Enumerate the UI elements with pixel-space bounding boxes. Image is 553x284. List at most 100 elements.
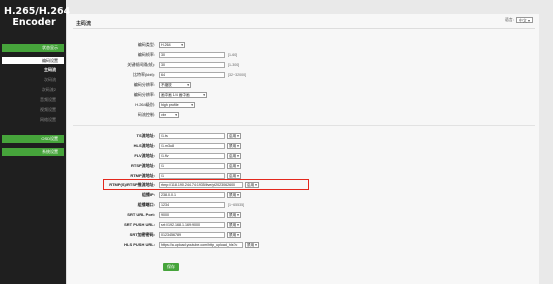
srt-port-input[interactable]: 9000: [159, 211, 225, 218]
sidebar-item-main-stream[interactable]: 主码流: [2, 66, 64, 73]
srt-key-toggle[interactable]: 禁用 ▾: [227, 231, 241, 238]
rtsp-toggle-value: 启用: [229, 163, 237, 168]
profile-row: H.264级别: high profile ▾: [67, 101, 195, 108]
flv-row: FLV流地址: /1.flv 启用 ▾: [67, 152, 241, 159]
rtsp-input[interactable]: /1: [159, 162, 225, 169]
flv-toggle-value: 启用: [229, 153, 237, 158]
flv-input[interactable]: /1.flv: [159, 152, 225, 159]
rtmp-input[interactable]: /1: [159, 172, 225, 179]
section-divider: [73, 125, 535, 126]
mport-hint: [1~65535]: [228, 202, 245, 207]
srt-push-toggle[interactable]: 禁用 ▾: [227, 221, 241, 228]
sidebar-item-audio[interactable]: 音频设置: [2, 96, 64, 103]
hls-push-input[interactable]: https://a.upload.youtube.com/http_upload…: [159, 241, 243, 248]
codec-label: 编码类型:: [137, 41, 155, 47]
sidebar-item-osd[interactable]: OSD设置: [2, 135, 64, 143]
hls-toggle-value: 禁用: [229, 143, 237, 148]
fps-row: 编码帧率: 30 [1-60]: [67, 51, 237, 58]
pip-value: 画中画 1/4 画中画: [161, 92, 190, 97]
srt-key-row: SRT加密密码: 0123456789 禁用 ▾: [67, 231, 241, 238]
multicast-toggle-value: 禁用: [229, 192, 237, 197]
gop-input[interactable]: 30: [159, 61, 225, 68]
codec-select[interactable]: H.264 ▾: [159, 41, 185, 48]
profile-label: H.264级别:: [135, 101, 155, 107]
app-root: H.265/H.264 Encoder 状态显示 编码设置 主码流 次码流 次码…: [0, 0, 553, 284]
hls-toggle[interactable]: 禁用 ▾: [227, 142, 241, 149]
chevron-down-icon: ▾: [191, 102, 193, 107]
gop-row: 关键帧间隔(帧): 30 [1-300]: [67, 61, 239, 68]
fps-hint: [1-60]: [228, 52, 238, 57]
sidebar-item-sub-stream[interactable]: 次码流: [2, 76, 64, 83]
language-select[interactable]: 中文 ▾: [515, 17, 533, 23]
srt-push-toggle-value: 禁用: [229, 222, 237, 227]
brand-logo: H.265/H.264 Encoder: [4, 6, 71, 28]
language-label: 语言:: [504, 17, 514, 22]
mport-row: 组播端口: 1234 [1~65535]: [67, 201, 244, 208]
srt-push-label: SRT PUSH URL:: [124, 222, 155, 227]
srt-key-label: SRT加密密码:: [129, 231, 155, 237]
bitrate-input[interactable]: 64: [159, 71, 225, 78]
sidebar-item-encode[interactable]: 编码设置: [2, 57, 64, 64]
hls-push-row: HLS PUSH URL: https://a.upload.youtube.c…: [67, 241, 259, 248]
resize-select[interactable]: 不缩放 ▾: [159, 81, 191, 88]
resize-row: 编码分辨率: 不缩放 ▾: [67, 81, 191, 88]
sidebar-item-sub-stream2[interactable]: 次码流2: [2, 86, 64, 93]
srt-port-row: SRT URL Port: 9000 禁用 ▾: [67, 211, 241, 218]
mport-label: 组播端口:: [137, 201, 155, 207]
brand-line2: Encoder: [12, 17, 56, 28]
rtmp-label: RTMP流地址:: [130, 172, 155, 178]
sidebar-item-network[interactable]: 网络设置: [2, 116, 64, 123]
sidebar-item-status[interactable]: 状态显示: [2, 44, 64, 52]
rc-row: 码流控制: vbr ▾: [67, 111, 179, 118]
rc-select[interactable]: vbr ▾: [159, 111, 179, 118]
hls-row: HLS流地址: /1.m3u8 禁用 ▾: [67, 142, 241, 149]
codec-row: 编码类型: H.264 ▾: [67, 41, 185, 48]
profile-select[interactable]: high profile ▾: [159, 101, 195, 108]
resize-label: 编码分辨率:: [133, 81, 155, 87]
ts-toggle[interactable]: 启用 ▾: [227, 132, 241, 139]
pip-label: 编码分辨率:: [133, 91, 155, 97]
ts-input[interactable]: /1.ts: [159, 132, 225, 139]
fps-label: 编码帧率:: [137, 51, 155, 57]
rtsp-row: RTSP流地址: /1 启用 ▾: [67, 162, 241, 169]
hls-push-toggle[interactable]: 禁用 ▾: [245, 241, 259, 248]
srt-push-input[interactable]: srt://192.168.1.169:9000: [159, 221, 225, 228]
pip-select[interactable]: 画中画 1/4 画中画 ▾: [159, 91, 207, 98]
chevron-down-icon: ▾: [175, 112, 177, 117]
language-selector: 语言: 中文 ▾: [505, 17, 533, 23]
hls-push-toggle-value: 禁用: [247, 242, 255, 247]
bitrate-label: 比特率(kbit):: [133, 71, 155, 77]
hls-input[interactable]: /1.m3u8: [159, 142, 225, 149]
chevron-down-icon: ▾: [203, 92, 205, 97]
rtmp-toggle-value: 启用: [229, 173, 237, 178]
ts-row: TS流地址: /1.ts 启用 ▾: [67, 132, 241, 139]
flv-toggle[interactable]: 启用 ▾: [227, 152, 241, 159]
profile-value: high profile: [161, 102, 179, 107]
multicast-input[interactable]: 238.0.0.1: [159, 191, 225, 198]
srt-port-toggle-value: 禁用: [229, 212, 237, 217]
rtmp-toggle[interactable]: 启用 ▾: [227, 172, 241, 179]
srt-key-input[interactable]: 0123456789: [159, 231, 225, 238]
mport-input[interactable]: 1234: [159, 201, 225, 208]
multicast-toggle[interactable]: 禁用 ▾: [227, 191, 241, 198]
save-button[interactable]: 保存: [163, 263, 179, 271]
flv-label: FLV流地址:: [134, 152, 155, 158]
srt-port-toggle[interactable]: 禁用 ▾: [227, 211, 241, 218]
sidebar-item-video[interactable]: 视频设置: [2, 106, 64, 113]
ts-label: TS流地址:: [136, 132, 155, 138]
fps-input[interactable]: 30: [159, 51, 225, 58]
hls-push-label: HLS PUSH URL:: [124, 242, 155, 247]
resize-value: 不缩放: [161, 82, 172, 87]
highlight-box: [103, 179, 309, 190]
rtsp-toggle[interactable]: 启用 ▾: [227, 162, 241, 169]
hls-label: HLS流地址:: [133, 142, 155, 148]
brand-line1: H.265/H.264: [4, 6, 71, 17]
rc-value: vbr: [161, 112, 166, 117]
multicast-label: 组播IP:: [141, 191, 155, 197]
chevron-down-icon: ▾: [187, 82, 189, 87]
chevron-down-icon: ▾: [181, 42, 183, 47]
srt-push-row: SRT PUSH URL: srt://192.168.1.169:9000 禁…: [67, 221, 241, 228]
title-divider: [73, 28, 535, 29]
sidebar-item-system[interactable]: 系统设置: [2, 148, 64, 156]
srt-port-label: SRT URL Port:: [127, 212, 155, 217]
